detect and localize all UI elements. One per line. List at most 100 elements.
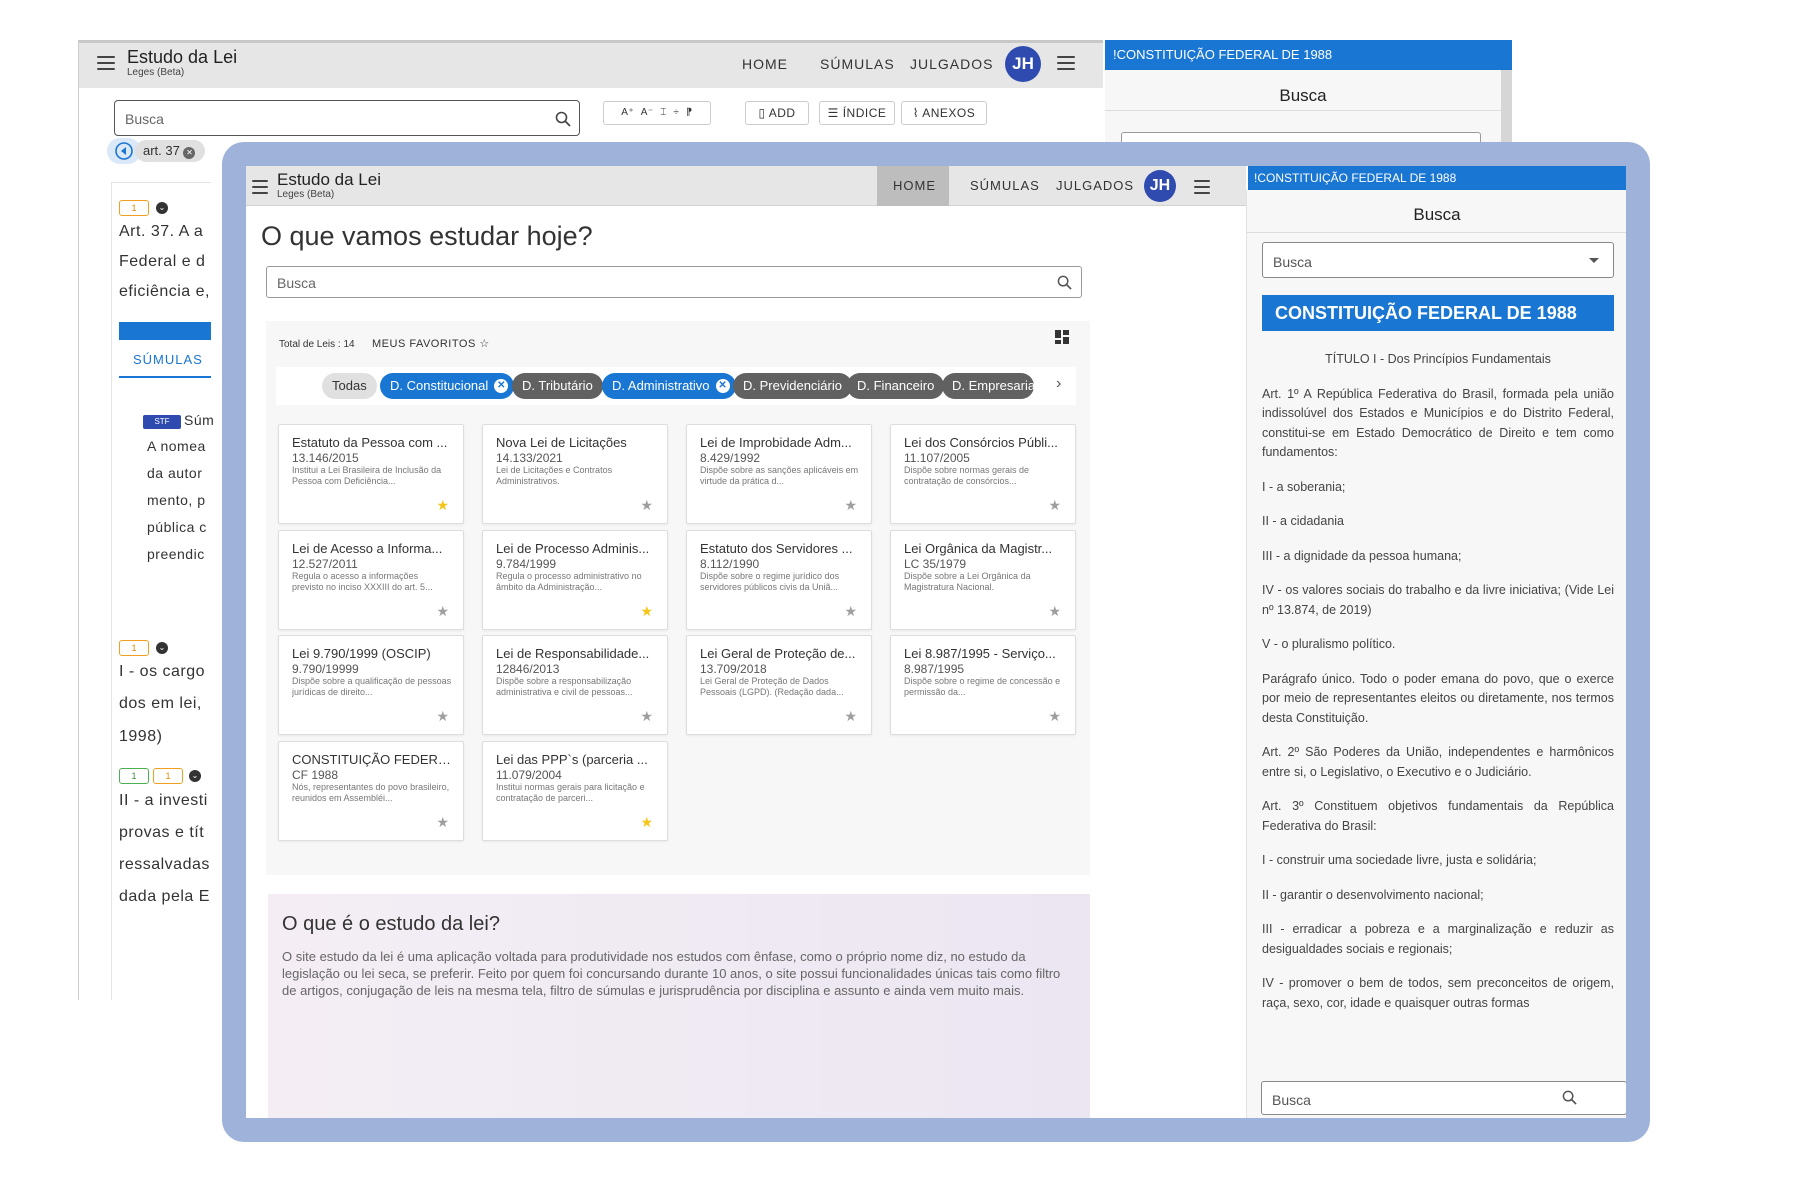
laws-panel: Total de Leis : 14 MEUS FAVORITOS ☆ Toda… [266, 321, 1090, 875]
chip-d-administrativo[interactable]: D. Administrativo ✕ [602, 373, 736, 399]
favorite-star-icon[interactable]: ★ [640, 603, 653, 620]
favorite-star-icon[interactable]: ★ [640, 708, 653, 725]
favorite-star-icon[interactable]: ★ [436, 708, 449, 725]
right-panel: Busca Busca CONSTITUIÇÃO FEDERAL DE 1988… [1246, 190, 1626, 1118]
law-card[interactable]: Nova Lei de Licitações 14.133/2021 Lei de … [482, 424, 668, 524]
law-select[interactable]: Busca [1262, 242, 1614, 278]
add-button[interactable]: ▯ ADD [745, 101, 809, 125]
favorite-star-icon[interactable]: ★ [1048, 603, 1061, 620]
expand-icon[interactable]: ⌄ [156, 642, 168, 654]
law-paragraph: II - garantir o desenvolvimento nacional… [1262, 887, 1484, 902]
law-card[interactable]: Lei de Acesso a Informa... 12.527/2011 Reg… [278, 530, 464, 630]
chevron-right-icon[interactable]: › [1056, 375, 1061, 393]
favorite-star-icon[interactable]: ★ [1048, 708, 1061, 725]
app-bar: Estudo da Lei Leges (Beta) HOME SÚMULAS … [246, 166, 1246, 206]
law-card[interactable]: Lei de Processo Adminis... 9.784/1999 Regu… [482, 530, 668, 630]
law-card[interactable]: Lei dos Consórcios Públi... 11.107/2005 Di… [890, 424, 1076, 524]
law-card-description: Dispõe sobre a qualificação de pessoas j… [292, 676, 452, 697]
chip-remove-icon[interactable]: ✕ [494, 379, 509, 393]
law-card-description: Dispõe sobre a Lei Orgânica da Magistrat… [904, 571, 1031, 592]
law-card-title: Lei Orgânica da Magistr... [904, 541, 1053, 556]
law-paragraph: I - a soberania; [1262, 479, 1346, 494]
chip-todas[interactable]: Todas [322, 373, 377, 399]
bg-nav-sumulas[interactable]: SÚMULAS [820, 56, 895, 72]
favorite-star-icon[interactable]: ★ [436, 603, 449, 620]
chip-d-tributario[interactable]: D. Tributário [512, 373, 603, 399]
user-avatar[interactable]: JH [1144, 170, 1176, 202]
law-card[interactable]: Lei 9.790/1999 (OSCIP) 9.790/19999 Dispõe … [278, 635, 464, 735]
search-icon[interactable] [1057, 275, 1072, 290]
search-input[interactable]: Busca [266, 266, 1082, 298]
bg-text-line: A nomea [147, 438, 206, 454]
law-card[interactable]: Lei de Improbidade Adm... 8.429/1992 Dispõ… [686, 424, 872, 524]
bg-text-line: ressalvadas [119, 856, 210, 873]
bg-panel-menu-icon[interactable] [1057, 56, 1075, 70]
nav-julgados[interactable]: JULGADOS [1056, 178, 1134, 193]
article-badge: 1 [153, 768, 183, 784]
bg-text-line: dada pela E [119, 888, 210, 905]
nav-home[interactable]: HOME [893, 178, 936, 193]
law-card-description: Dispõe sobre as sanções aplicáveis em vi… [700, 465, 859, 486]
bg-search-input[interactable]: Busca [114, 100, 580, 136]
chip-d-constitucional[interactable]: D. Constitucional ✕ [380, 373, 515, 399]
law-card[interactable]: Estatuto dos Servidores ... 8.112/1990 Dis… [686, 530, 872, 630]
anexos-button[interactable]: ⌇ ANEXOS [901, 101, 987, 125]
bg-right-header: !CONSTITUIÇÃO FEDERAL DE 1988 [1105, 40, 1512, 70]
grid-view-icon[interactable] [1054, 329, 1070, 345]
law-card[interactable]: Lei de Responsabilidade... 12846/2013 Disp… [482, 635, 668, 735]
search-icon[interactable] [555, 111, 571, 127]
about-text: O site estudo da lei é uma aplicação vol… [282, 949, 1061, 998]
bg-text-line: II - a investi [119, 792, 208, 809]
law-card[interactable]: Lei das PPP`s (parceria ... 11.079/2004 In… [482, 741, 668, 841]
panel-menu-icon[interactable] [1194, 180, 1210, 194]
favorite-star-icon[interactable]: ★ [640, 497, 653, 514]
law-card-description: Regula o acesso a informações previsto n… [292, 571, 433, 592]
favorite-star-icon[interactable]: ★ [844, 603, 857, 620]
about-title: O que é o estudo da lei? [282, 913, 500, 935]
search-icon[interactable] [1562, 1090, 1577, 1105]
article-badge: 1 [119, 768, 149, 784]
menu-icon[interactable] [97, 56, 115, 70]
law-card-title: Estatuto dos Servidores ... [700, 541, 853, 556]
divider [1105, 110, 1501, 111]
bg-avatar[interactable]: JH [1005, 46, 1041, 82]
law-card-description: Dispõe sobre normas gerais de contrataçã… [904, 465, 1030, 486]
law-card[interactable]: Lei 8.987/1995 - Serviço... 8.987/1995 Dis… [890, 635, 1076, 735]
tab-sumulas[interactable]: SÚMULAS [133, 352, 203, 367]
bg-text-line: preendic [147, 546, 205, 562]
law-card-title: Lei de Processo Adminis... [496, 541, 650, 556]
favorite-star-icon[interactable]: ★ [436, 497, 449, 514]
favorite-star-icon[interactable]: ★ [436, 814, 449, 831]
law-paragraph: I - construir uma sociedade livre, justa… [1262, 853, 1537, 867]
expand-icon[interactable]: ⌄ [189, 770, 201, 782]
favorites-toggle[interactable]: MEUS FAVORITOS ☆ [372, 337, 490, 350]
law-text-search-input[interactable]: Busca [1261, 1081, 1626, 1115]
nav-sumulas[interactable]: SÚMULAS [970, 178, 1040, 193]
law-card[interactable]: Estatuto da Pessoa com ... 13.146/2015 Ins… [278, 424, 464, 524]
stf-badge: STF [143, 415, 181, 429]
chip-d-empresarial[interactable]: D. Empresarial [942, 373, 1034, 399]
chevron-down-icon[interactable] [1589, 258, 1599, 263]
law-card-title: Lei de Improbidade Adm... [700, 435, 852, 450]
art-chip[interactable]: art. 37 ✕ [135, 140, 205, 162]
favorite-star-icon[interactable]: ★ [640, 814, 653, 831]
chip-remove-icon[interactable]: ✕ [715, 379, 730, 393]
bg-nav-home[interactable]: HOME [742, 56, 788, 72]
font-tools[interactable]: A⁺ A⁻ ⌶ ÷ ⁋ [603, 101, 711, 125]
law-card[interactable]: Lei Geral de Proteção de... 13.709/2018 Le… [686, 635, 872, 735]
indice-button[interactable]: ☰ ÍNDICE [819, 101, 895, 125]
expand-icon[interactable]: ⌄ [156, 202, 168, 214]
favorite-star-icon[interactable]: ★ [844, 497, 857, 514]
law-paragraph: Art. 1º A República Federativa do Brasil… [1262, 386, 1614, 460]
favorite-star-icon[interactable]: ★ [844, 708, 857, 725]
law-paragraph: TÍTULO I - Dos Princípios Fundamentais [1325, 352, 1551, 366]
favorite-star-icon[interactable]: ★ [1048, 497, 1061, 514]
law-card-number: 12846/2013 [496, 662, 560, 676]
chip-d-financeiro[interactable]: D. Financeiro [847, 373, 945, 399]
menu-icon[interactable] [252, 180, 268, 194]
bg-nav-julgados[interactable]: JULGADOS [910, 56, 993, 72]
chip-d-previdenciario[interactable]: D. Previdenciário [733, 373, 852, 399]
article-badge: 1 [119, 200, 149, 216]
law-card[interactable]: CONSTITUIÇÃO FEDERA... CF 1988 Nós, repres… [278, 741, 464, 841]
law-card[interactable]: Lei Orgânica da Magistr... LC 35/1979 Disp… [890, 530, 1076, 630]
